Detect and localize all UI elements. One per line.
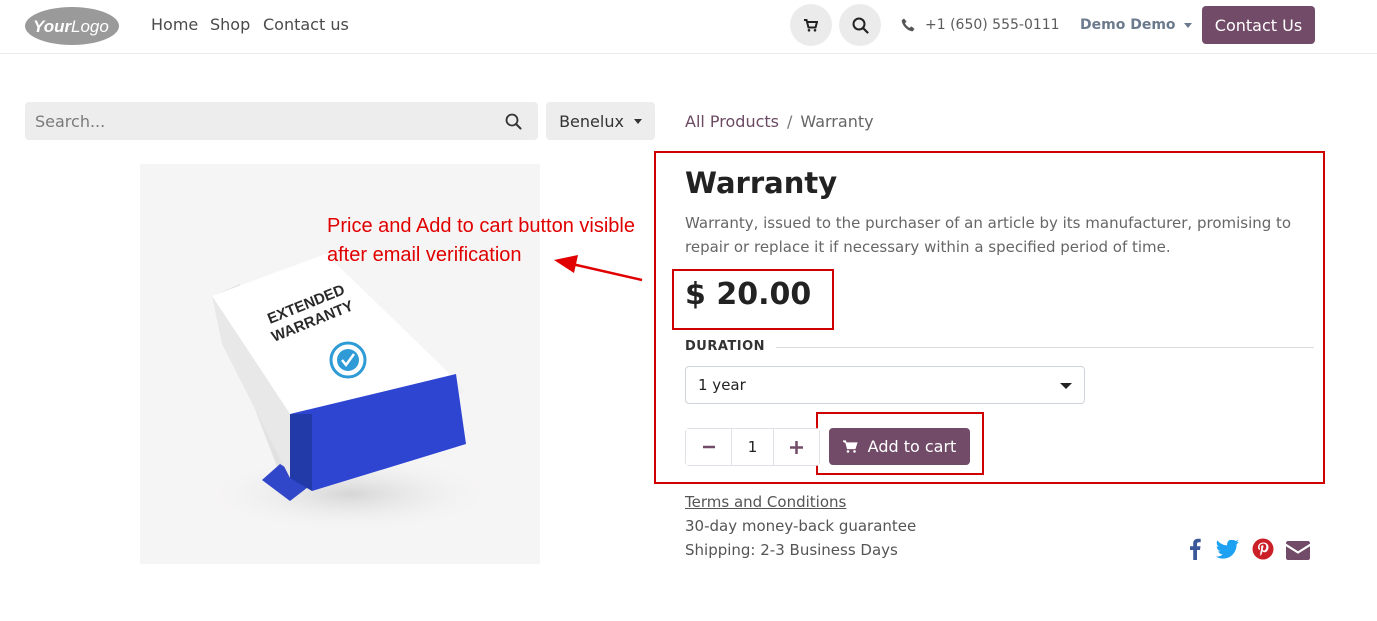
svg-text:Logo: Logo — [71, 17, 109, 36]
pricelist-label: Benelux — [559, 111, 624, 131]
facebook-icon[interactable] — [1189, 538, 1201, 560]
site-logo[interactable]: Your Logo — [25, 6, 120, 46]
breadcrumb-all-products[interactable]: All Products — [685, 112, 779, 131]
user-name: Demo Demo — [1080, 17, 1176, 33]
nav-contact-us[interactable]: Contact us — [263, 15, 349, 34]
site-header: Your Logo Home Shop Contact us +1 (650) … — [0, 0, 1377, 54]
minus-icon — [702, 445, 715, 449]
phone-contact[interactable]: +1 (650) 555-0111 — [901, 17, 1060, 33]
phone-icon — [901, 18, 915, 32]
plus-icon — [789, 440, 803, 454]
duration-select[interactable]: 1 year — [685, 366, 1085, 404]
search-input[interactable] — [35, 102, 495, 140]
guarantee-text: 30-day money-back guarantee — [685, 517, 917, 535]
chevron-down-icon — [1060, 383, 1072, 389]
search-icon[interactable] — [505, 113, 522, 130]
email-icon[interactable] — [1286, 541, 1310, 560]
terms-link[interactable]: Terms and Conditions — [685, 493, 846, 511]
cart-icon — [804, 18, 818, 32]
chevron-down-icon — [633, 118, 642, 124]
annotation-line-1: Price and Add to cart button visible — [327, 215, 635, 237]
add-to-cart-label: Add to cart — [867, 437, 957, 456]
duration-selected-value: 1 year — [698, 376, 746, 394]
search-toggle-button[interactable] — [839, 4, 881, 46]
logo-graphic: Your Logo — [25, 7, 119, 45]
quantity-stepper: 1 — [685, 428, 820, 466]
annotation-arrow — [554, 255, 643, 282]
product-search — [25, 102, 538, 140]
product-description: Warranty, issued to the purchaser of an … — [685, 214, 1292, 256]
product-title: Warranty — [685, 166, 838, 200]
breadcrumb: All Products / Warranty — [685, 112, 874, 131]
attribute-divider — [776, 347, 1314, 348]
add-to-cart-button[interactable]: Add to cart — [829, 428, 970, 465]
phone-number: +1 (650) 555-0111 — [925, 17, 1060, 33]
product-price: $ 20.00 — [685, 277, 812, 312]
pinterest-icon[interactable] — [1252, 538, 1274, 560]
breadcrumb-current: Warranty — [800, 112, 874, 131]
svg-text:Your: Your — [33, 17, 72, 36]
search-icon — [852, 17, 869, 34]
nav-home[interactable]: Home — [151, 15, 198, 34]
attribute-label: DURATION — [685, 339, 766, 354]
shipping-text: Shipping: 2-3 Business Days — [685, 541, 898, 559]
quantity-decrease-button[interactable] — [686, 429, 732, 465]
nav-shop[interactable]: Shop — [210, 15, 250, 34]
cart-icon — [842, 440, 858, 453]
pricelist-dropdown[interactable]: Benelux — [546, 102, 655, 140]
cart-button[interactable] — [790, 4, 832, 46]
chevron-down-icon — [1183, 22, 1192, 28]
user-menu[interactable]: Demo Demo — [1080, 17, 1192, 33]
quantity-increase-button[interactable] — [773, 429, 820, 465]
quantity-input[interactable]: 1 — [731, 429, 774, 465]
twitter-icon[interactable] — [1216, 540, 1239, 559]
contact-us-button[interactable]: Contact Us — [1202, 6, 1315, 44]
breadcrumb-separator: / — [787, 112, 793, 131]
